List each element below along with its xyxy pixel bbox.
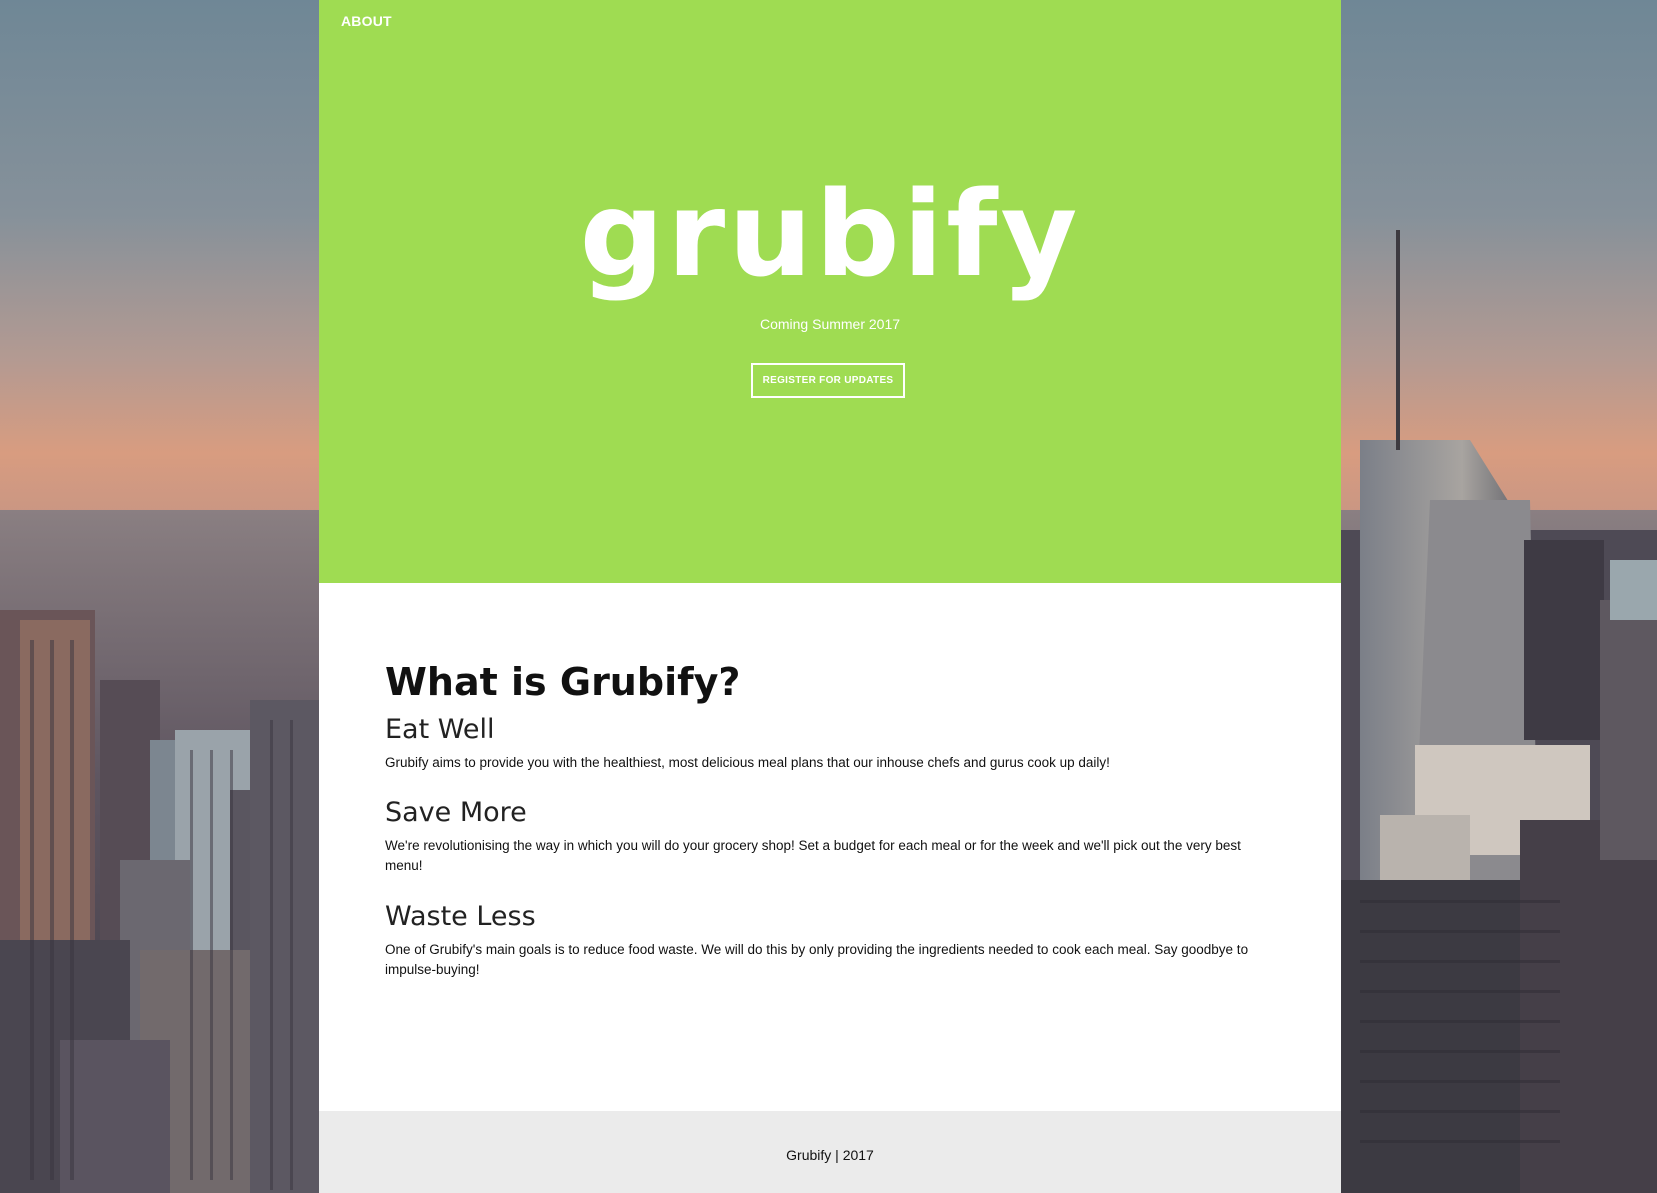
nav-about-link[interactable]: ABOUT: [341, 13, 392, 29]
register-for-updates-button[interactable]: REGISTER FOR UPDATES: [751, 363, 905, 398]
about-content: What is Grubify? Eat Well Grubify aims t…: [385, 660, 1275, 1004]
footer-copyright: Grubify | 2017: [786, 1147, 874, 1163]
section-title-save-more: Save More: [385, 797, 527, 829]
about-section: What is Grubify? Eat Well Grubify aims t…: [319, 583, 1341, 1111]
footer: Grubify | 2017: [319, 1111, 1341, 1193]
section-text-eat-well: Grubify aims to provide you with the hea…: [385, 754, 1110, 770]
about-heading: What is Grubify?: [385, 660, 741, 704]
section-title-waste-less: Waste Less: [385, 900, 536, 932]
section-text-save-more: We're revolutionising the way in which y…: [385, 838, 1241, 874]
section-text-waste-less: One of Grubify's main goals is to reduce…: [385, 941, 1249, 977]
hero-tagline: Coming Summer 2017: [759, 316, 901, 332]
main-column: ABOUT grubify Coming Summer 2017 REGISTE…: [319, 0, 1341, 1193]
page: ABOUT grubify Coming Summer 2017 REGISTE…: [0, 0, 1657, 1193]
grubify-logo: grubify: [579, 165, 1081, 303]
section-title-eat-well: Eat Well: [385, 713, 495, 745]
hero-section: ABOUT grubify Coming Summer 2017 REGISTE…: [319, 0, 1341, 583]
